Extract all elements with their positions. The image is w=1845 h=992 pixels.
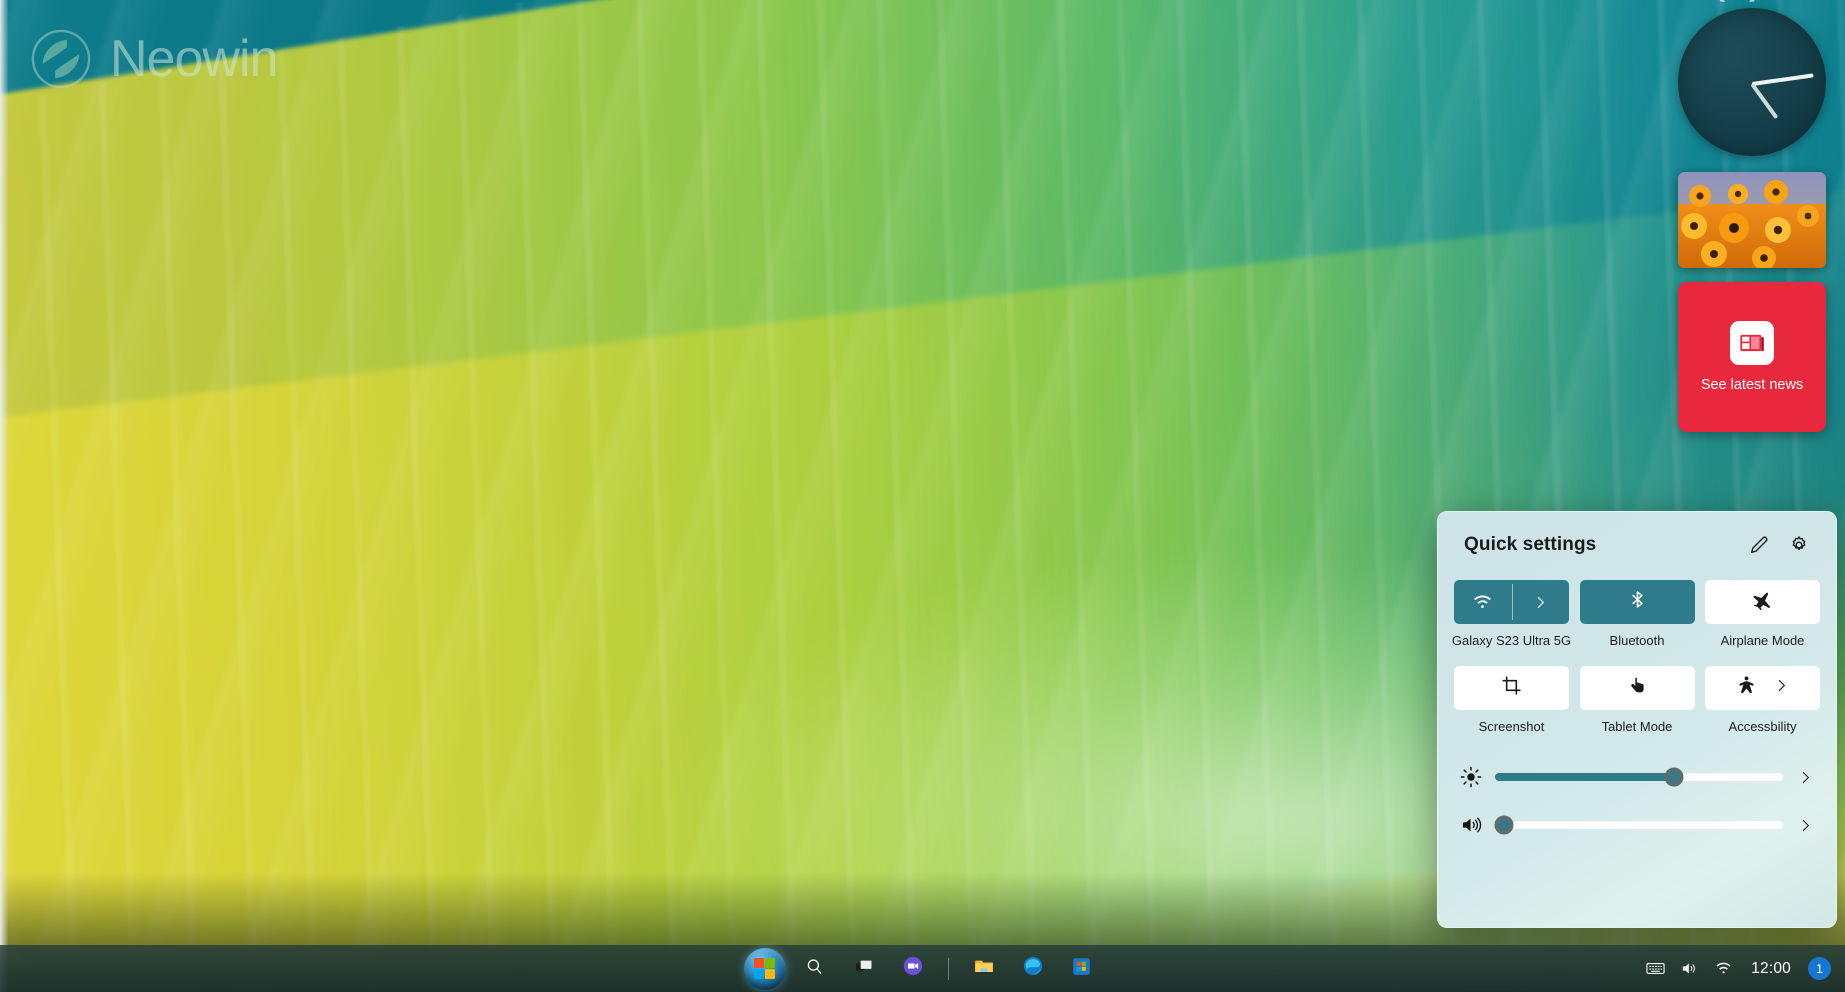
quick-settings-panel[interactable]: Quick settings Galaxy S23 Ultra 5G Bluet… (1437, 511, 1837, 928)
wallpaper-left-edge (0, 0, 8, 992)
file-explorer-button[interactable] (964, 949, 1004, 989)
quick-tile-screenshot: Screenshot (1454, 666, 1569, 734)
airplane-icon (1752, 589, 1774, 616)
taskbar-clock[interactable]: 12:00 (1747, 960, 1795, 978)
flower-photo-image (1678, 172, 1826, 268)
clock-minute-hand (1751, 73, 1814, 86)
screenshot-tile-label: Screenshot (1478, 719, 1545, 734)
news-tile-icon (1730, 321, 1774, 365)
bluetooth-tile-label: Bluetooth (1609, 633, 1665, 648)
accessibility-tile-label: Accessbility (1728, 719, 1797, 734)
quick-tile-bluetooth: Bluetooth (1579, 580, 1695, 648)
desktop[interactable]: Neowin ❮ ❯ + (0, 0, 1845, 992)
folder-icon (973, 955, 995, 982)
volume-slider[interactable] (1494, 815, 1783, 835)
tap-finger-icon (1627, 675, 1648, 701)
chevron-right-icon[interactable]: ❯ (1746, 0, 1763, 3)
news-gadget[interactable]: See latest news (1678, 282, 1826, 432)
tablet-mode-tile-button[interactable] (1579, 666, 1695, 710)
neowin-logo-icon (30, 28, 92, 90)
brightness-slider[interactable] (1495, 767, 1783, 787)
keyboard-icon[interactable] (1645, 958, 1666, 979)
quick-tile-airplane: Airplane Mode (1705, 580, 1820, 648)
wifi-tile-button[interactable] (1454, 580, 1569, 624)
chevron-right-icon[interactable] (1796, 769, 1814, 786)
airplane-tile-label: Airplane Mode (1720, 633, 1805, 648)
system-tray: 12:00 1 (1645, 945, 1831, 992)
microsoft-store-button[interactable] (1062, 949, 1102, 989)
neowin-watermark: Neowin (30, 28, 278, 90)
wifi-tile-label: Galaxy S23 Ultra 5G (1451, 633, 1572, 648)
gear-icon[interactable] (1788, 534, 1810, 556)
edge-button[interactable] (1013, 949, 1053, 989)
chevron-right-icon[interactable] (1773, 677, 1790, 699)
chevron-right-icon[interactable] (1796, 817, 1814, 834)
chat-video-icon (902, 955, 924, 982)
bluetooth-icon (1627, 589, 1648, 615)
edge-browser-icon (1022, 955, 1044, 982)
taskbar-center-group (743, 945, 1102, 992)
quick-tile-wifi: Galaxy S23 Ultra 5G (1451, 580, 1572, 648)
clock-hour-hand (1750, 82, 1779, 120)
crop-icon (1501, 675, 1522, 701)
volume-slider-row (1460, 814, 1814, 836)
screenshot-tile-button[interactable] (1454, 666, 1569, 710)
start-orb[interactable] (743, 947, 786, 990)
quick-settings-header: Quick settings (1438, 512, 1836, 556)
windows-logo-icon (754, 958, 775, 979)
clock-gadget[interactable] (1678, 8, 1826, 156)
brightness-icon (1460, 766, 1482, 788)
brightness-slider-row (1460, 766, 1814, 788)
accessibility-icon (1736, 675, 1757, 701)
taskbar-divider (947, 957, 949, 980)
wifi-icon[interactable] (1454, 580, 1512, 624)
chevron-right-icon[interactable] (1512, 580, 1570, 624)
chevron-left-icon[interactable]: ❮ (1711, 0, 1728, 3)
plus-icon[interactable]: + (1781, 0, 1793, 2)
wifi-icon[interactable] (1713, 958, 1734, 979)
brightness-slider-thumb[interactable] (1664, 767, 1684, 787)
tablet-mode-tile-label: Tablet Mode (1601, 719, 1673, 734)
task-view-button[interactable] (844, 949, 884, 989)
brightness-slider-fill (1495, 773, 1674, 781)
bluetooth-tile-button[interactable] (1579, 580, 1695, 624)
page-title: Quick settings (1464, 534, 1597, 555)
news-gadget-label: See latest news (1700, 377, 1804, 393)
chat-button[interactable] (893, 949, 933, 989)
accessibility-tile-button[interactable] (1705, 666, 1820, 710)
notification-badge[interactable]: 1 (1808, 957, 1831, 980)
tile-row-2: Screenshot Tablet Mode Accessbility (1454, 666, 1820, 734)
task-view-icon (854, 956, 874, 981)
neowin-wordmark: Neowin (110, 30, 278, 88)
pencil-icon[interactable] (1748, 534, 1770, 556)
airplane-tile-button[interactable] (1705, 580, 1820, 624)
quick-settings-sliders (1438, 740, 1836, 836)
store-icon (1071, 956, 1092, 982)
photo-slideshow-gadget[interactable] (1678, 172, 1826, 268)
gadget-controls[interactable]: ❮ ❯ + (1677, 0, 1827, 8)
quick-tile-tablet-mode: Tablet Mode (1579, 666, 1695, 734)
search-icon (805, 957, 824, 981)
tile-row-1: Galaxy S23 Ultra 5G Bluetooth Airplane M… (1451, 580, 1820, 648)
sidebar-gadgets: ❮ ❯ + (1677, 0, 1827, 432)
taskbar[interactable]: 12:00 1 (0, 945, 1845, 992)
quick-tile-accessibility: Accessbility (1705, 666, 1820, 734)
quick-settings-tile-grid: Galaxy S23 Ultra 5G Bluetooth Airplane M… (1438, 556, 1836, 734)
volume-slider-thumb[interactable] (1494, 815, 1514, 835)
speaker-icon[interactable] (1679, 958, 1700, 979)
speaker-icon (1460, 814, 1482, 836)
search-button[interactable] (795, 949, 835, 989)
